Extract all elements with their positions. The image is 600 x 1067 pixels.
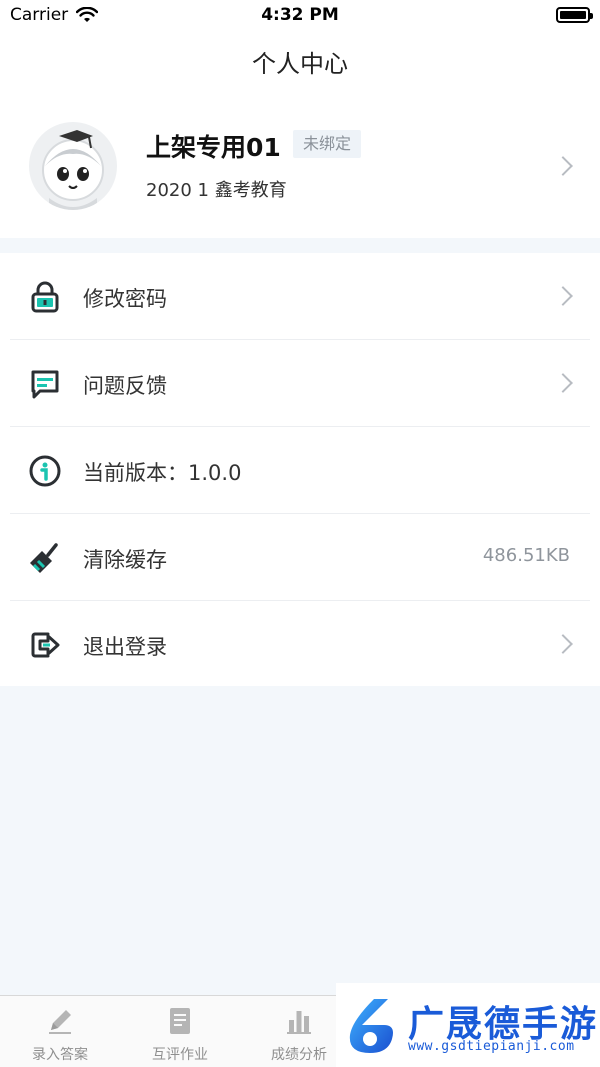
tab-peer-review[interactable]: 互评作业 <box>130 1006 230 1064</box>
settings-menu: 修改密码 问题反馈 当前版本：1.0.0 清除缓存 486.51KB 退出登录 <box>0 253 600 686</box>
battery-icon <box>556 7 593 23</box>
logout-icon <box>31 632 60 658</box>
feedback-icon <box>31 370 59 399</box>
watermark-url: www.gsdtiepianji.com <box>408 1039 575 1054</box>
menu-item-clear-cache[interactable]: 清除缓存 486.51KB <box>0 514 600 601</box>
info-icon <box>29 455 61 487</box>
menu-item-label: 问题反馈 <box>83 374 167 398</box>
chevron-right-icon <box>553 373 573 393</box>
bar-chart-icon <box>287 1011 311 1034</box>
navigation-bar: 个人中心 <box>0 30 600 92</box>
binding-status-badge: 未绑定 <box>293 130 362 158</box>
tab-label: 成绩分析 <box>271 1047 327 1063</box>
tab-label: 互评作业 <box>152 1047 208 1063</box>
menu-item-logout[interactable]: 退出登录 <box>0 601 600 688</box>
status-bar: Carrier 4:32 PM <box>0 0 600 30</box>
broom-icon <box>30 543 58 573</box>
document-icon <box>170 1008 190 1034</box>
page-title: 个人中心 <box>252 50 348 78</box>
menu-item-label: 退出登录 <box>83 635 167 659</box>
lock-icon <box>31 281 59 313</box>
profile-name: 上架专用01 <box>146 133 281 162</box>
menu-item-label: 修改密码 <box>83 287 167 311</box>
clock: 4:32 PM <box>261 5 339 25</box>
pencil-icon <box>49 1010 71 1034</box>
chevron-right-icon <box>553 156 573 176</box>
chevron-right-icon <box>553 634 573 654</box>
chevron-right-icon <box>553 286 573 306</box>
watermark-logo-icon <box>349 999 393 1053</box>
menu-item-label: 清除缓存 <box>83 548 167 572</box>
tab-label: 录入答案 <box>32 1047 88 1063</box>
profile-subtitle: 2020 1 鑫考教育 <box>146 180 287 201</box>
tab-score-analysis[interactable]: 成绩分析 <box>249 1006 349 1064</box>
menu-item-version: 当前版本：1.0.0 <box>0 427 600 514</box>
avatar <box>29 122 117 210</box>
menu-item-change-password[interactable]: 修改密码 <box>0 253 600 340</box>
menu-item-feedback[interactable]: 问题反馈 <box>0 340 600 427</box>
cache-size: 486.51KB <box>482 545 570 566</box>
version-label: 当前版本：1.0.0 <box>83 461 242 485</box>
watermark: 广晟德手游 www.gsdtiepianji.com <box>336 983 600 1067</box>
profile-card[interactable]: 上架专用01 未绑定 2020 1 鑫考教育 <box>0 92 600 238</box>
tab-enter-answers[interactable]: 录入答案 <box>10 1006 110 1064</box>
